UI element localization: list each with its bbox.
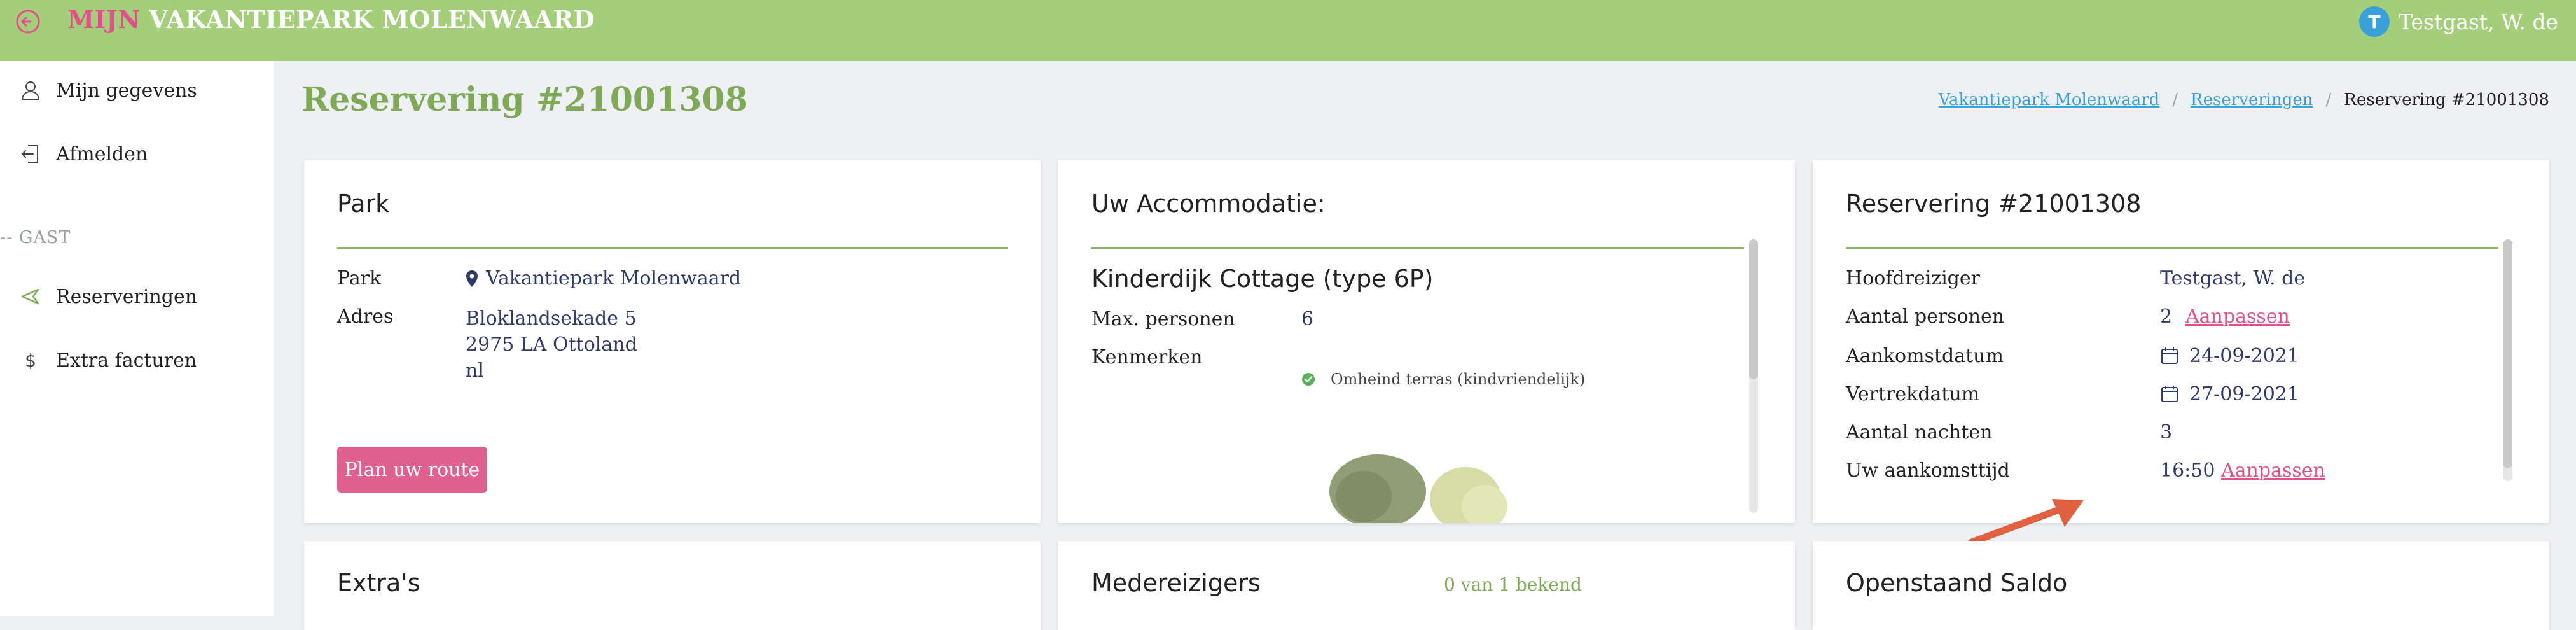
- sidebar-item-label: Mijn gegevens: [56, 79, 197, 102]
- breadcrumb-separator: /: [2172, 90, 2178, 109]
- sidebar-item-label: Afmelden: [56, 143, 148, 165]
- accommodation-name: Kinderdijk Cottage (type 6P): [1091, 265, 1434, 293]
- sidebar-item-label: Reserveringen: [56, 285, 198, 308]
- nights-value: 3: [2160, 421, 2173, 444]
- max-persons-label: Max. personen: [1091, 308, 1235, 330]
- accommodation-scrollbar[interactable]: [1749, 239, 1758, 513]
- back-arrow-icon[interactable]: [14, 8, 42, 36]
- address-label: Adres: [337, 305, 394, 328]
- breadcrumb-link-reserveringen[interactable]: Reserveringen: [2191, 90, 2313, 109]
- sidebar-item-label: Extra facturen: [56, 349, 197, 372]
- address-value: Bloklandsekade 5 2975 LA Ottoland nl: [466, 305, 637, 384]
- reservation-scrollbar[interactable]: [2503, 239, 2512, 481]
- card-title: Reservering #21001308: [1846, 190, 2142, 218]
- page-title: Reservering #21001308: [301, 80, 748, 119]
- departure-date-value: 27-09-2021: [2189, 383, 2299, 405]
- scrollbar-thumb[interactable]: [1749, 239, 1758, 379]
- breadcrumb-separator: /: [2325, 90, 2332, 109]
- row-label-aantal-nachten: Aantal nachten: [1846, 421, 1993, 444]
- logout-icon: [21, 145, 38, 163]
- breadcrumb-link-park[interactable]: Vakantiepark Molenwaard: [1939, 90, 2160, 109]
- park-card: Park Park Vakantiepark Molenwaard Adres …: [304, 160, 1041, 523]
- row-label-aankomstdatum: Aankomstdatum: [1846, 345, 2004, 367]
- user-menu[interactable]: T Testgast, W. de: [2359, 6, 2558, 37]
- svg-text:$: $: [25, 350, 36, 371]
- address-line: nl: [466, 360, 484, 382]
- row-label-vertrekdatum: Vertrekdatum: [1846, 383, 1980, 405]
- park-label: Park: [337, 267, 382, 290]
- card-divider: [337, 247, 1008, 249]
- sidebar-section-guest: -- GAST: [0, 228, 71, 248]
- address-line: 2975 LA Ottoland: [466, 333, 637, 356]
- companions-card: Medereizigers 0 van 1 bekend: [1058, 541, 1795, 630]
- reservation-card: Reservering #21001308 Hoofdreiziger Test…: [1813, 160, 2549, 523]
- sidebar-item-reserveringen[interactable]: Reserveringen: [19, 285, 197, 308]
- sidebar-item-mijn-gegevens[interactable]: Mijn gegevens: [19, 79, 197, 102]
- arrival-time-value: 16:50: [2160, 459, 2215, 482]
- card-title: Openstaand Saldo: [1846, 569, 2068, 597]
- accommodation-photo: [1329, 454, 1507, 523]
- card-title: Extra's: [337, 569, 420, 597]
- breadcrumb: Vakantiepark Molenwaard / Reserveringen …: [1939, 90, 2549, 109]
- card-divider: [1091, 247, 1744, 249]
- user-icon: [21, 81, 40, 100]
- arrival-date-value: 24-09-2021: [2189, 345, 2299, 367]
- row-label-aantal-personen: Aantal personen: [1846, 305, 2005, 328]
- address-line: Bloklandsekade 5: [466, 307, 637, 330]
- extras-card: Extra's: [304, 541, 1041, 630]
- main-traveler-value: Testgast, W. de: [2160, 267, 2306, 290]
- send-icon: [21, 288, 39, 305]
- check-circle-icon: [1302, 373, 1315, 386]
- plan-route-button[interactable]: Plan uw route: [337, 447, 487, 493]
- sidebar-item-extra-facturen[interactable]: $ Extra facturen: [19, 349, 197, 372]
- scrollbar-thumb[interactable]: [2503, 239, 2512, 468]
- brand-title[interactable]: MIJN VAKANTIEPARK MOLENWAARD: [67, 5, 595, 34]
- feature-label: Omheind terras (kindvriendelijk): [1331, 370, 1586, 388]
- card-title: Uw Accommodatie:: [1091, 190, 1326, 218]
- user-name: Testgast, W. de: [2399, 9, 2558, 34]
- sidebar: Mijn gegevens Afmelden -- GAST Reserveri…: [0, 61, 274, 616]
- persons-value: 2: [2160, 305, 2173, 328]
- brand-name: VAKANTIEPARK MOLENWAARD: [149, 5, 595, 34]
- row-label-aankomsttijd: Uw aankomsttijd: [1846, 459, 2010, 482]
- card-divider: [1846, 247, 2498, 249]
- sidebar-item-afmelden[interactable]: Afmelden: [19, 143, 148, 165]
- row-label-hoofdreiziger: Hoofdreiziger: [1846, 267, 1980, 290]
- accommodation-card: Uw Accommodatie: Kinderdijk Cottage (typ…: [1058, 160, 1795, 523]
- feature-item: Omheind terras (kindvriendelijk): [1301, 370, 1585, 388]
- park-link[interactable]: Vakantiepark Molenwaard: [466, 267, 741, 290]
- calendar-icon: [2161, 386, 2178, 402]
- edit-persons-link[interactable]: Aanpassen: [2185, 305, 2290, 328]
- edit-arrival-time-link[interactable]: Aanpassen: [2221, 459, 2325, 482]
- calendar-icon: [2161, 347, 2178, 364]
- balance-card: Openstaand Saldo: [1813, 541, 2549, 630]
- park-value: Vakantiepark Molenwaard: [486, 267, 742, 290]
- avatar: T: [2359, 6, 2390, 37]
- map-pin-icon: [466, 270, 478, 287]
- card-title: Park: [337, 190, 390, 218]
- max-persons-value: 6: [1301, 308, 1314, 330]
- companions-status: 0 van 1 bekend: [1444, 574, 1582, 595]
- features-label: Kenmerken: [1091, 346, 1203, 368]
- card-title: Medereizigers: [1091, 569, 1261, 597]
- dollar-icon: $: [25, 350, 36, 371]
- brand-prefix: MIJN: [67, 5, 141, 34]
- breadcrumb-current: Reservering #21001308: [2344, 90, 2549, 109]
- top-bar: MIJN VAKANTIEPARK MOLENWAARD T Testgast,…: [0, 0, 2576, 61]
